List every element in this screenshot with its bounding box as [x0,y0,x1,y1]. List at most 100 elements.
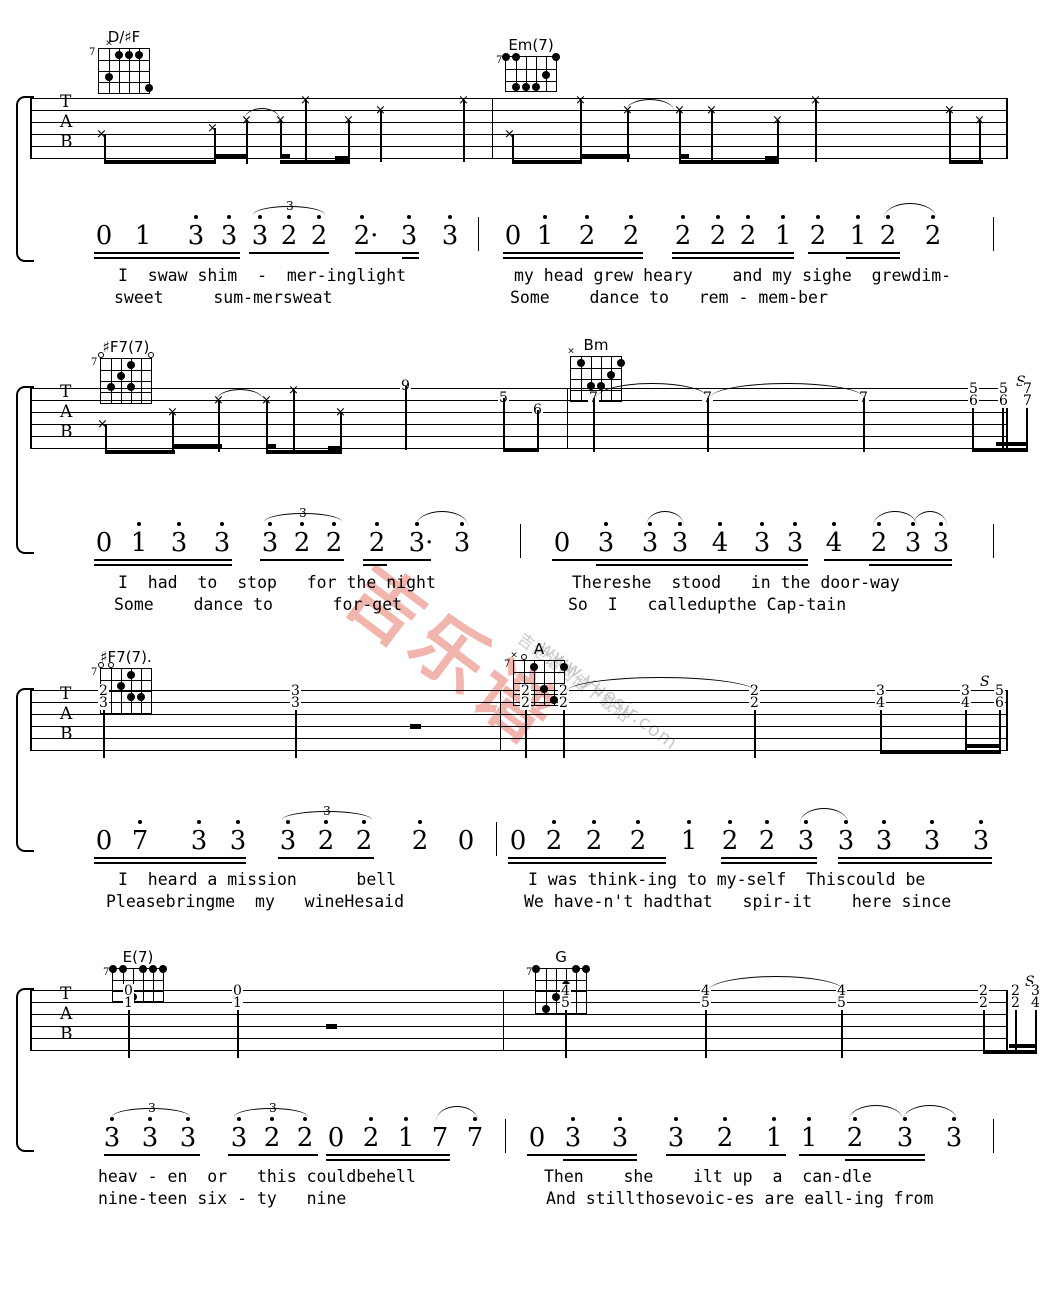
jianpu-note: 2 [325,528,343,558]
jianpu-note: 2 [310,221,328,251]
system-4: E(7) 7 G 7 T A B 0 1 0 1 4 5 4 5 4 5 2 2… [0,920,1040,1220]
jianpu-note: 1 [130,528,148,558]
chord-diagram-em7: Em(7) 7 [496,36,560,92]
jianpu-note: 7 [466,1123,484,1153]
chord-fret-position: 7 [89,47,96,58]
lyric-line-2: Some dance to rem - mem-ber [510,288,828,307]
jianpu-note: 0 [327,1123,345,1153]
open-string-icon [148,352,154,358]
tab-staff: T A B × × × × × × × × [30,94,1008,164]
mute-x-icon: × [567,346,575,357]
jianpu-note: 2 [280,221,298,251]
jianpu-note: 3 [611,1123,629,1153]
jianpu-note: 1 [849,221,867,251]
jianpu-note: 2 [716,1123,734,1153]
jianpu-note: 3 [641,528,659,558]
open-string-icon [521,654,527,660]
jianpu-note: 2 [296,1123,314,1153]
tab-letter-b: B [60,132,73,152]
jianpu-note: 2 [879,221,897,251]
jianpu-note: 3 [213,528,231,558]
tab-fret: 5 [560,995,571,1011]
jianpu-note: 0 [509,826,527,856]
jianpu-note: 1 [774,221,792,251]
jianpu-note: 7 [131,826,149,856]
jianpu-note: 3 [896,1123,914,1153]
tab-fret: 6 [968,393,979,409]
jianpu-note: 2 [846,1123,864,1153]
lyric-line-2: And stillthosevoic-es are eall-ing from [546,1189,934,1208]
lyric-line-2: We have-n't hadthat spir-it here since [524,892,952,911]
lyric-line-1: I swaw shim - mer-inglight [118,266,407,285]
jianpu-note: 2 [629,826,647,856]
jianpu-note: 3 [837,826,855,856]
jianpu-note: 3 [170,528,188,558]
tab-fret: 4 [960,695,971,711]
chord-name: Bm [583,336,609,354]
jianpu-note: 2 [362,1123,380,1153]
chord-diagram-d-over-fsharp: D/♯F 7 × [89,28,153,94]
chord-grid: 7 [496,53,560,92]
tab-fret: 7 [1022,393,1033,409]
tab-fret: 2 [558,695,569,711]
jianpu-note: 3 [667,1123,685,1153]
jianpu-note: 0 [553,528,571,558]
jianpu-note: 3 [279,826,297,856]
jianpu-note: 7 [431,1123,449,1153]
jianpu-note: 3 [400,221,418,251]
lyric-line-1: I had to stop for the night [118,573,436,592]
lyric-line-2: Some dance to for-get [114,595,403,614]
system-3: ♯F7(7). 7 A 7 × T A B 2 3 3 3 2 2 2 2 2 … [0,620,1040,920]
chord-name: A [533,640,545,658]
jianpu-note: 2 [709,221,727,251]
tab-fret: 1 [123,995,134,1011]
tab-fret: 2 [520,695,531,711]
system-2: ♯F7(7) 7 Bm × T A B × 5 6 5 6 S 7 7 0 1 … [0,310,1040,620]
tab-letter-a: A [60,112,73,132]
mute-x-icon: × [510,650,518,661]
jianpu-note: 3 [923,826,941,856]
numbered-notation-row: 0 1 3 3 3 2 2 2 3· 3 3 0 3 3 3 4 3 3 4 2… [0,506,1040,606]
tab-fret: 2 [978,995,989,1011]
jianpu-note: 0 [95,221,113,251]
tab-letter-t: T [60,92,72,112]
tab-fret: 4 [875,695,886,711]
jianpu-note: 1 [536,221,554,251]
jianpu-note: 2 [758,826,776,856]
tab-letter-a: A [60,402,73,422]
jianpu-note: 0 [528,1123,546,1153]
jianpu-note: 2 [721,826,739,856]
jianpu-note: 2 [545,826,563,856]
jianpu-note: 3 [875,826,893,856]
jianpu-note: 2 [809,221,827,251]
tab-letter-b: B [60,1024,73,1044]
jianpu-note: 2 [411,826,429,856]
jianpu-note: 3 [229,826,247,856]
jianpu-note: 3 [972,826,990,856]
chord-name: G [555,948,567,966]
tab-staff: T A B 0 1 0 1 4 5 4 5 4 5 2 2 2 2 S 3 4 [30,974,1040,1058]
system-1: D/♯F 7 × Em(7) 7 T A B × × × 0 1 3 3 3 2… [0,0,1040,310]
jianpu-note: 3 [564,1123,582,1153]
tab-fret: 6 [994,695,1005,711]
open-string-icon [108,662,114,668]
jianpu-note: 3 [179,1123,197,1153]
tab-letter-b: B [60,422,73,442]
jianpu-note: 3 [187,221,205,251]
jianpu-note: 3 [786,528,804,558]
lyric-line-1: heav - en or this couldbehell [98,1167,416,1186]
jianpu-note: 2 [317,826,335,856]
lyric-line-1: I was think-ing to my-self Thiscould be [528,870,926,889]
jianpu-note: 2 [674,221,692,251]
jianpu-note: 3 [945,1123,963,1153]
jianpu-note: 3 [904,528,922,558]
jianpu-note: 3 [453,528,471,558]
rest [410,724,421,729]
jianpu-note: 3 [103,1123,121,1153]
lyric-line-1: I heard a mission bell [118,870,397,889]
tab-fret: 1 [232,995,243,1011]
sheet-music-page: 吉乐谱 吉他谱网值下载站 www.yuesir.com D/♯F 7 × Em(… [0,0,1040,1297]
tab-fret: 6 [998,393,1009,409]
jianpu-note: 0 [95,826,113,856]
jianpu-note: 3 [230,1123,248,1153]
